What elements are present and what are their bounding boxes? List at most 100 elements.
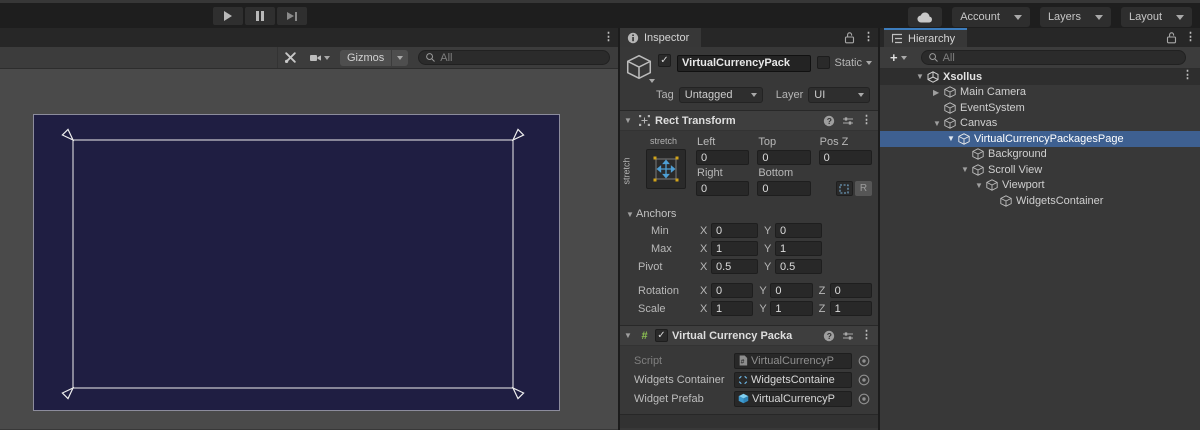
- kebab-menu-icon[interactable]: ⋮: [861, 115, 872, 126]
- left-field[interactable]: 0: [696, 150, 749, 165]
- blueprint-mode-button[interactable]: [836, 181, 853, 196]
- widgets-container-object-field[interactable]: WidgetsContaine: [734, 372, 852, 388]
- stretch-arrows-icon: [658, 161, 675, 178]
- anchors-max-x-field[interactable]: 1: [711, 241, 758, 256]
- scale-x-field[interactable]: 1: [711, 301, 753, 316]
- gameobject-cube-icon: [986, 179, 999, 191]
- account-dropdown[interactable]: Account: [952, 7, 1030, 27]
- step-button[interactable]: [277, 7, 307, 25]
- chevron-down-icon: [1095, 15, 1103, 20]
- kebab-menu-icon[interactable]: ⋮: [863, 32, 874, 43]
- gameobject-name-field[interactable]: VirtualCurrencyPack: [677, 55, 811, 72]
- stretch-vertical-label: stretch: [622, 157, 632, 184]
- foldout-arrow-icon[interactable]: ▼: [933, 119, 944, 128]
- kebab-menu-icon[interactable]: ⋮: [1185, 32, 1196, 43]
- object-picker-icon[interactable]: [856, 374, 872, 386]
- hierarchy-item-eventsystem[interactable]: ▶ EventSystem: [880, 100, 1200, 116]
- gizmo-handle-bottom-left[interactable]: [62, 388, 73, 399]
- help-icon[interactable]: ?: [823, 115, 835, 127]
- camera-icon: [309, 52, 322, 64]
- anchor-dot-icon: [676, 157, 679, 160]
- kebab-menu-icon[interactable]: ⋮: [861, 330, 872, 341]
- anchors-max-y-field[interactable]: 1: [775, 241, 822, 256]
- hierarchy-item-canvas[interactable]: ▼ Canvas: [880, 116, 1200, 132]
- foldout-arrow-icon[interactable]: ▼: [975, 181, 986, 190]
- foldout-arrow-icon[interactable]: ▼: [624, 331, 634, 340]
- gizmo-handle-top-left[interactable]: [62, 129, 73, 140]
- anchors-min-row: Min X0 Y0: [638, 223, 872, 238]
- static-toggle[interactable]: Static: [817, 56, 872, 69]
- scene-search-input[interactable]: All: [418, 50, 610, 65]
- layers-dropdown[interactable]: Layers: [1040, 7, 1111, 27]
- gizmos-dropdown[interactable]: Gizmos: [340, 50, 408, 66]
- gizmo-handle-top-right[interactable]: [513, 129, 524, 140]
- create-object-button[interactable]: +: [886, 50, 911, 65]
- gizmo-handle-bottom-right[interactable]: [513, 388, 524, 399]
- hierarchy-item-main-camera[interactable]: ▶ Main Camera: [880, 85, 1200, 101]
- anchors-min-y-field[interactable]: 0: [775, 223, 822, 238]
- tab-hierarchy[interactable]: Hierarchy: [884, 28, 967, 47]
- scene-viewport[interactable]: [0, 69, 618, 429]
- hierarchy-scene-row[interactable]: ▼ Xsollus ⋮: [880, 69, 1200, 85]
- foldout-arrow-icon[interactable]: ▶: [933, 88, 944, 97]
- hierarchy-item-widgetscontainer[interactable]: ▶ WidgetsContainer: [880, 193, 1200, 209]
- right-field[interactable]: 0: [696, 181, 749, 196]
- hierarchy-item-virtualcurrencypackagespage[interactable]: ▼ VirtualCurrencyPackagesPage: [880, 131, 1200, 147]
- tag-dropdown[interactable]: Untagged: [679, 87, 763, 103]
- kebab-menu-icon[interactable]: ⋮: [1182, 70, 1193, 81]
- raw-edit-mode-button[interactable]: R: [855, 181, 872, 196]
- play-button[interactable]: [213, 7, 243, 25]
- pivot-y-field[interactable]: 0.5: [775, 259, 822, 274]
- y-axis-label: Y: [764, 261, 771, 273]
- rotation-x-field[interactable]: 0: [711, 283, 753, 298]
- layer-dropdown[interactable]: UI: [808, 87, 870, 103]
- script-object-field[interactable]: # VirtualCurrencyP: [734, 353, 852, 369]
- scene-tools-button[interactable]: [278, 47, 303, 68]
- gameobject-cube-icon[interactable]: [626, 54, 654, 82]
- tab-inspector[interactable]: Inspector: [620, 28, 701, 47]
- anchors-min-x-field[interactable]: 0: [711, 223, 758, 238]
- foldout-arrow-icon[interactable]: ▼: [961, 165, 972, 174]
- pause-button[interactable]: [245, 7, 275, 25]
- top-field[interactable]: 0: [757, 150, 810, 165]
- presets-icon[interactable]: [842, 330, 854, 342]
- info-icon: [627, 32, 639, 44]
- presets-icon[interactable]: [842, 115, 854, 127]
- bottom-field[interactable]: 0: [757, 181, 810, 196]
- lock-icon[interactable]: [1166, 31, 1177, 44]
- cloud-services-button[interactable]: [908, 7, 942, 27]
- foldout-arrow-icon[interactable]: ▼: [947, 134, 958, 143]
- scene-camera-dropdown[interactable]: [303, 47, 336, 68]
- account-label: Account: [960, 11, 1000, 23]
- scale-z-field[interactable]: 1: [830, 301, 872, 316]
- static-checkbox[interactable]: [817, 56, 830, 69]
- anchor-preset-button[interactable]: [646, 149, 686, 189]
- widget-prefab-object-field[interactable]: VirtualCurrencyP: [734, 391, 852, 407]
- rect-transform-header[interactable]: ▼ Rect Transform ? ⋮: [620, 110, 878, 131]
- rotation-z-field[interactable]: 0: [830, 283, 872, 298]
- virtual-currency-component-header[interactable]: ▼ # ✓ Virtual Currency Packa ? ⋮: [620, 325, 878, 346]
- anchors-foldout[interactable]: ▼ Anchors: [626, 208, 872, 220]
- lock-icon[interactable]: [844, 31, 855, 44]
- hierarchy-item-background[interactable]: ▶ Background: [880, 147, 1200, 163]
- help-icon[interactable]: ?: [823, 330, 835, 342]
- object-picker-icon[interactable]: [856, 393, 872, 405]
- scale-label: Scale: [638, 303, 694, 315]
- gameobject-active-checkbox[interactable]: ✓: [658, 54, 671, 67]
- scale-y-field[interactable]: 1: [770, 301, 812, 316]
- rotation-y-field[interactable]: 0: [770, 283, 812, 298]
- hierarchy-item-scroll-view[interactable]: ▼ Scroll View: [880, 162, 1200, 178]
- hierarchy-item-viewport[interactable]: ▼ Viewport: [880, 178, 1200, 194]
- hierarchy-search-input[interactable]: All: [921, 50, 1186, 65]
- foldout-arrow-icon[interactable]: ▼: [624, 116, 634, 125]
- gameobject-cube-icon: [958, 133, 971, 145]
- rect-transform-gizmo[interactable]: [0, 69, 618, 429]
- kebab-menu-icon[interactable]: ⋮: [603, 32, 614, 43]
- layout-dropdown[interactable]: Layout: [1121, 7, 1192, 27]
- y-axis-label: Y: [764, 225, 771, 237]
- pivot-x-field[interactable]: 0.5: [711, 259, 758, 274]
- object-picker-icon[interactable]: [856, 355, 872, 367]
- component-enabled-checkbox[interactable]: ✓: [655, 329, 668, 342]
- posz-field[interactable]: 0: [819, 150, 872, 165]
- foldout-arrow-icon[interactable]: ▼: [916, 72, 927, 81]
